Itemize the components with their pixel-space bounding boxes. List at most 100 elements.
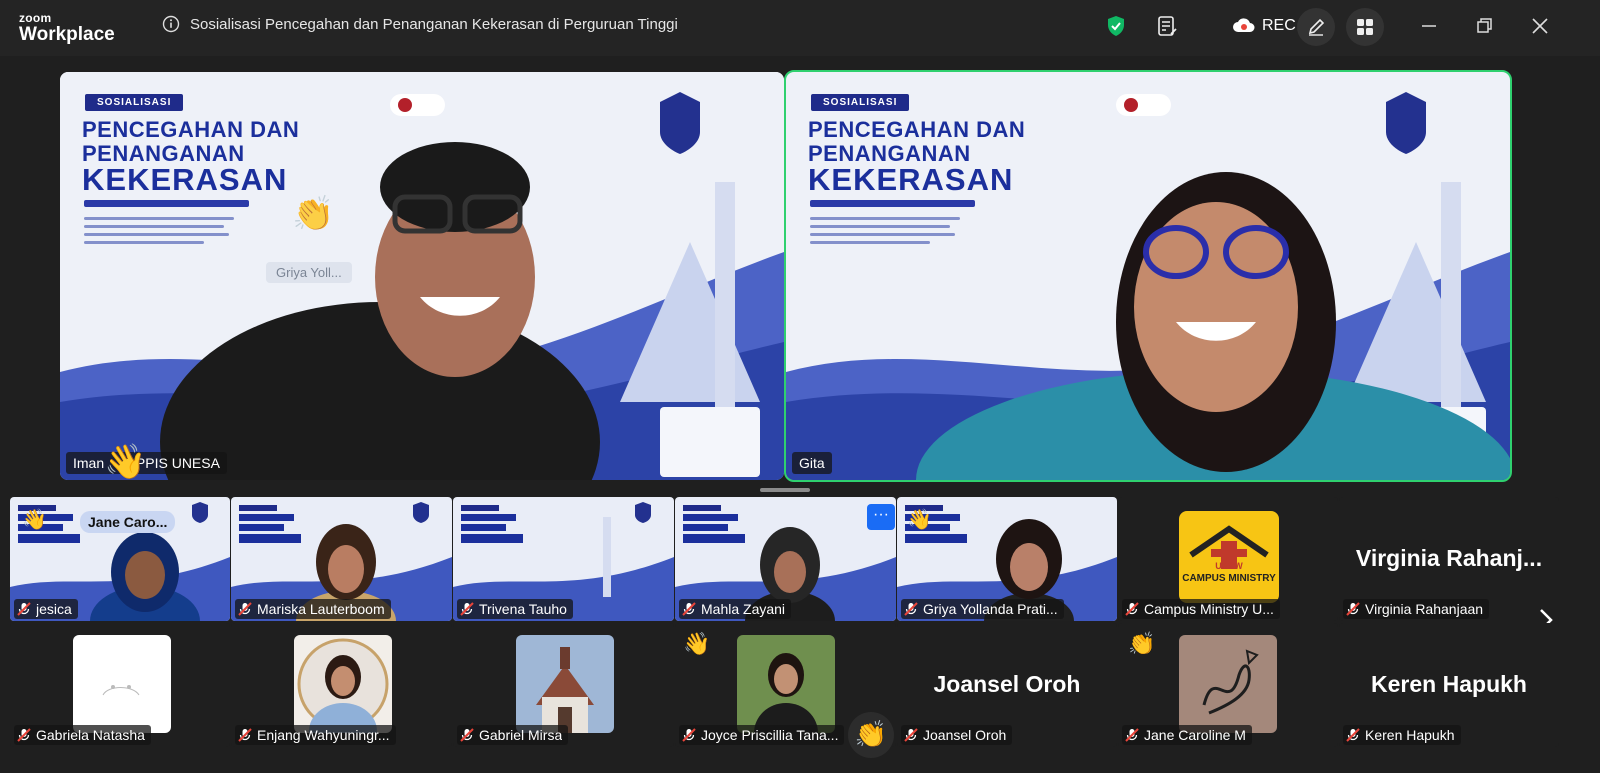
zoom-logo: zoom Workplace	[19, 12, 115, 46]
participant-name: Mariska Lauterboom	[257, 601, 385, 617]
participant-tile[interactable]: CAMPUS MINISTRY UKSW Campus Ministry U..…	[1118, 497, 1338, 621]
wave-reaction: 👋	[683, 631, 711, 656]
speaker-name-label: Gita	[792, 452, 832, 474]
slide-heading: PENCEGAHAN DAN PENANGANAN	[808, 118, 1025, 166]
wave-reaction: 👋	[22, 509, 47, 531]
clap-reaction: 👏	[1128, 631, 1156, 656]
slide-text-line	[810, 217, 960, 220]
slide-text-line	[84, 241, 204, 244]
cloud-rec-icon	[1233, 18, 1255, 32]
speaker-name-start: Iman	[73, 455, 105, 471]
shield-icon[interactable]	[1104, 14, 1128, 38]
mic-muted-icon	[238, 728, 252, 742]
participant-name: Joansel Oroh	[923, 727, 1007, 743]
slide-text-line	[84, 233, 229, 236]
participant-tile[interactable]: Gabriela Natasha	[10, 623, 230, 747]
minimize-icon[interactable]	[1417, 14, 1441, 38]
info-icon[interactable]	[162, 15, 180, 33]
participant-name-label: Enjang Wahyuningr...	[235, 725, 396, 745]
mic-muted-icon	[17, 728, 31, 742]
participant-name: Virginia Rahanjaan	[1365, 601, 1484, 617]
annotate-button[interactable]	[1297, 8, 1335, 46]
notes-icon[interactable]	[1155, 14, 1179, 38]
participant-name: Joyce Priscillia Tana...	[701, 727, 839, 743]
mic-muted-icon	[904, 602, 918, 616]
slide-text-line	[84, 225, 224, 228]
slide-subtitle-bar	[810, 200, 975, 207]
more-options-button[interactable]: ···	[867, 504, 895, 530]
participant-avatar	[294, 635, 392, 733]
logo-big-text: Workplace	[19, 24, 115, 45]
mic-muted-icon	[1346, 728, 1360, 742]
speaker-video-2[interactable]: SOSIALISASI PENCEGAHAN DAN PENANGANAN KE…	[784, 70, 1512, 482]
speaker-video-1[interactable]: SOSIALISASI PENCEGAHAN DAN PENANGANAN KE…	[60, 72, 784, 480]
participant-name-label: Keren Hapukh	[1343, 725, 1461, 745]
participant-tile[interactable]: Enjang Wahyuningr...	[231, 623, 452, 747]
speaker-name-label: Iman _PPIS UNESA	[66, 452, 227, 474]
participant-name-label: Gabriela Natasha	[14, 725, 151, 745]
participant-name-label: Joansel Oroh	[901, 725, 1013, 745]
wave-reaction: 👋	[907, 509, 932, 531]
participant-name: Trivena Tauho	[479, 601, 567, 617]
mic-muted-icon	[1125, 728, 1139, 742]
participant-name-placeholder: Keren Hapukh	[1371, 671, 1527, 697]
mic-muted-icon	[1346, 602, 1360, 616]
recording-indicator[interactable]: REC	[1232, 14, 1296, 38]
slide-heading: PENCEGAHAN DAN PENANGANAN	[82, 118, 299, 166]
mic-muted-icon	[460, 728, 474, 742]
slide-text-line	[810, 241, 930, 244]
participant-name: Griya Yollanda Prati...	[923, 601, 1058, 617]
reactions-button[interactable]: 👏	[848, 712, 894, 758]
slide-heading-big: KEKERASAN	[808, 162, 1014, 197]
wave-reaction: 👋	[104, 443, 147, 480]
logo-small-text: zoom	[19, 11, 52, 25]
participant-name-label: Jane Caroline M	[1122, 725, 1252, 745]
mic-muted-icon	[904, 728, 918, 742]
participant-name-placeholder: Joansel Oroh	[933, 671, 1081, 697]
participant-name: Gabriel Mirsa	[479, 727, 563, 743]
mic-muted-icon	[682, 728, 696, 742]
participant-tile[interactable]: 👏 Jane Caroline M	[1118, 623, 1338, 747]
participant-name: jesica	[36, 601, 72, 617]
participant-tile[interactable]: Gabriel Mirsa	[453, 623, 674, 747]
participant-name-label: Griya Yollanda Prati...	[901, 599, 1064, 619]
participant-avatar	[73, 635, 171, 733]
restore-icon[interactable]	[1472, 14, 1496, 38]
apps-button[interactable]	[1346, 8, 1384, 46]
participant-avatar	[737, 635, 835, 733]
participant-name-label: Mahla Zayani	[679, 599, 792, 619]
participant-tile[interactable]: Virginia Rahanj... Virginia Rahanjaan	[1339, 497, 1559, 621]
participant-name-label: Virginia Rahanjaan	[1343, 599, 1490, 619]
avatar-drawing	[102, 685, 140, 696]
apps-icon	[1357, 19, 1373, 35]
campus-ministry-logo-sub: UKSW	[1215, 561, 1243, 571]
slide-heading-line1: PENCEGAHAN DAN	[82, 117, 300, 142]
participant-name: Mahla Zayani	[701, 601, 786, 617]
slide-text-line	[84, 217, 234, 220]
participant-name-label: jesica	[14, 599, 78, 619]
participant-avatar	[516, 635, 614, 733]
participant-tile[interactable]: Jane Caro... 👋 jesica	[10, 497, 230, 621]
participant-tile[interactable]: Mariska Lauterboom	[231, 497, 452, 621]
close-icon[interactable]	[1528, 14, 1552, 38]
slide-heading-big: KEKERASAN	[82, 162, 288, 197]
gallery-resize-handle[interactable]	[760, 488, 810, 492]
slide-ribbon: SOSIALISASI	[85, 94, 184, 111]
participant-name: Keren Hapukh	[1365, 727, 1455, 743]
participant-name-label: Gabriel Mirsa	[457, 725, 569, 745]
slide-heading-line1: PENCEGAHAN DAN	[808, 117, 1026, 142]
participant-name-label: Campus Ministry U...	[1122, 599, 1280, 619]
slide-text-line	[810, 233, 955, 236]
participant-tile[interactable]: Trivena Tauho	[453, 497, 674, 621]
participant-avatar	[1179, 635, 1277, 733]
participant-tile[interactable]: Keren Hapukh Keren Hapukh	[1339, 623, 1559, 747]
slide-overlay: SOSIALISASI PENCEGAHAN DAN PENANGANAN KE…	[60, 72, 784, 480]
clap-reaction: 👏	[292, 195, 335, 233]
participant-tile[interactable]: 👋 Griya Yollanda Prati...	[897, 497, 1117, 621]
mic-muted-icon	[17, 602, 31, 616]
participant-tile[interactable]: Mahla Zayani	[675, 497, 896, 621]
participant-tile[interactable]: Joansel Oroh Joansel Oroh	[897, 623, 1117, 747]
annotate-icon	[1308, 18, 1325, 36]
participant-name-label: Mariska Lauterboom	[235, 599, 391, 619]
mic-muted-icon	[1125, 602, 1139, 616]
